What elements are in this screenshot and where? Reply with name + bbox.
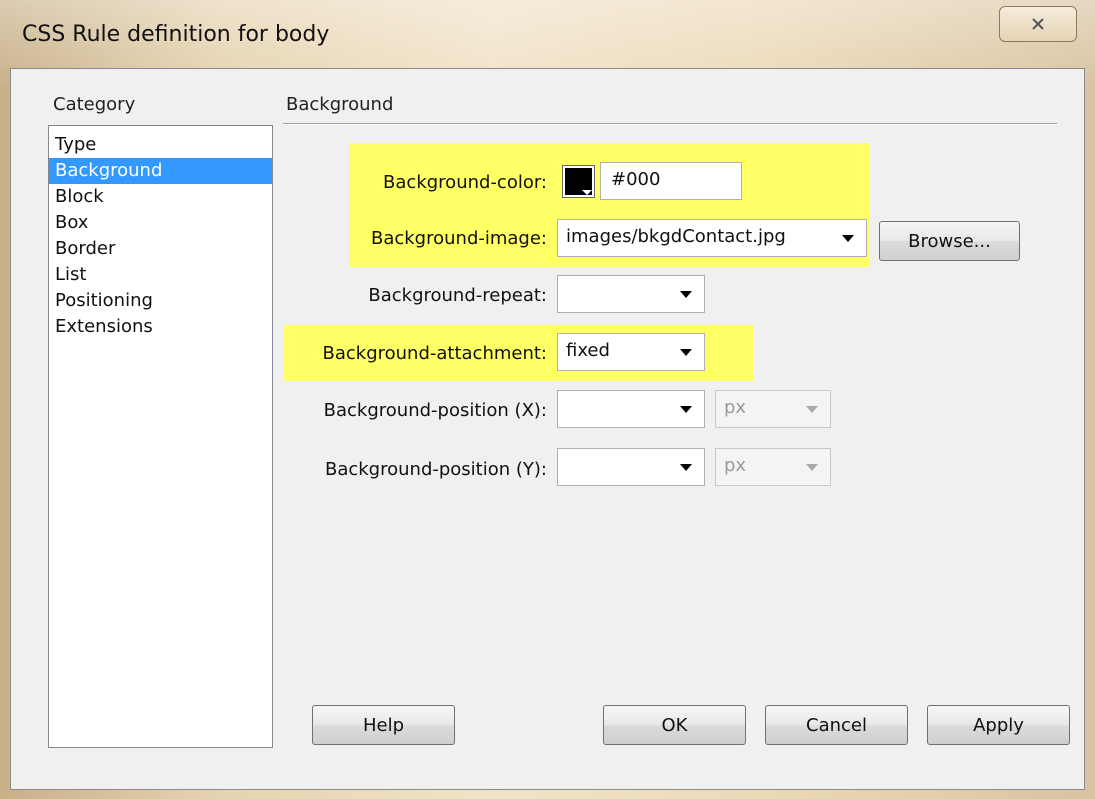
browse-button[interactable]: Browse... <box>879 221 1020 261</box>
bg-color-label: Background-color: <box>383 172 547 193</box>
category-item-extensions[interactable]: Extensions <box>49 314 272 340</box>
bg-position-y-select[interactable] <box>557 448 705 486</box>
close-button[interactable] <box>999 6 1077 42</box>
bg-repeat-select[interactable] <box>557 275 705 313</box>
bg-attachment-select[interactable]: fixed <box>557 333 705 371</box>
category-label: Category <box>53 94 136 115</box>
section-title: Background <box>286 94 394 115</box>
bg-position-y-unit: px <box>724 455 747 476</box>
section-divider <box>283 123 1057 124</box>
category-item-positioning[interactable]: Positioning <box>49 288 272 314</box>
bg-position-x-unit-select[interactable]: px <box>715 390 831 428</box>
chevron-down-icon <box>680 349 692 356</box>
bg-color-input[interactable]: #000 <box>600 162 742 200</box>
bg-position-y-unit-select[interactable]: px <box>715 448 831 486</box>
chevron-down-icon <box>806 406 818 413</box>
bg-attachment-label: Background-attachment: <box>322 343 548 364</box>
help-button[interactable]: Help <box>312 705 455 745</box>
chevron-down-icon <box>680 406 692 413</box>
category-item-type[interactable]: Type <box>49 132 272 158</box>
bg-position-x-select[interactable] <box>557 390 705 428</box>
category-item-list[interactable]: List <box>49 262 272 288</box>
bg-image-select[interactable]: images/bkgdContact.jpg <box>557 219 867 257</box>
category-item-border[interactable]: Border <box>49 236 272 262</box>
chevron-down-icon <box>842 235 854 242</box>
ok-button[interactable]: OK <box>603 705 746 745</box>
cancel-button[interactable]: Cancel <box>765 705 908 745</box>
chevron-down-icon <box>680 464 692 471</box>
category-item-background[interactable]: Background <box>49 158 272 184</box>
bg-position-y-label: Background-position (Y): <box>324 459 547 480</box>
dialog-client-area: Category Type Background Block Box Borde… <box>10 68 1085 790</box>
category-list[interactable]: Type Background Block Box Border List Po… <box>48 125 273 748</box>
swatch-dropdown-icon <box>582 190 592 195</box>
bg-image-label: Background-image: <box>370 228 547 249</box>
dialog-frame: CSS Rule definition for body Category Ty… <box>0 0 1095 799</box>
close-x-icon <box>1032 18 1044 30</box>
window-title: CSS Rule definition for body <box>22 22 330 47</box>
apply-button[interactable]: Apply <box>927 705 1070 745</box>
bg-position-x-unit: px <box>724 397 747 418</box>
bg-repeat-label: Background-repeat: <box>368 285 547 306</box>
bg-position-x-label: Background-position (X): <box>323 400 547 421</box>
category-item-box[interactable]: Box <box>49 210 272 236</box>
color-picker-swatch[interactable] <box>562 165 595 198</box>
bg-image-value: images/bkgdContact.jpg <box>566 226 786 247</box>
chevron-down-icon <box>806 464 818 471</box>
chevron-down-icon <box>680 291 692 298</box>
bg-attachment-value: fixed <box>566 340 610 361</box>
category-item-block[interactable]: Block <box>49 184 272 210</box>
